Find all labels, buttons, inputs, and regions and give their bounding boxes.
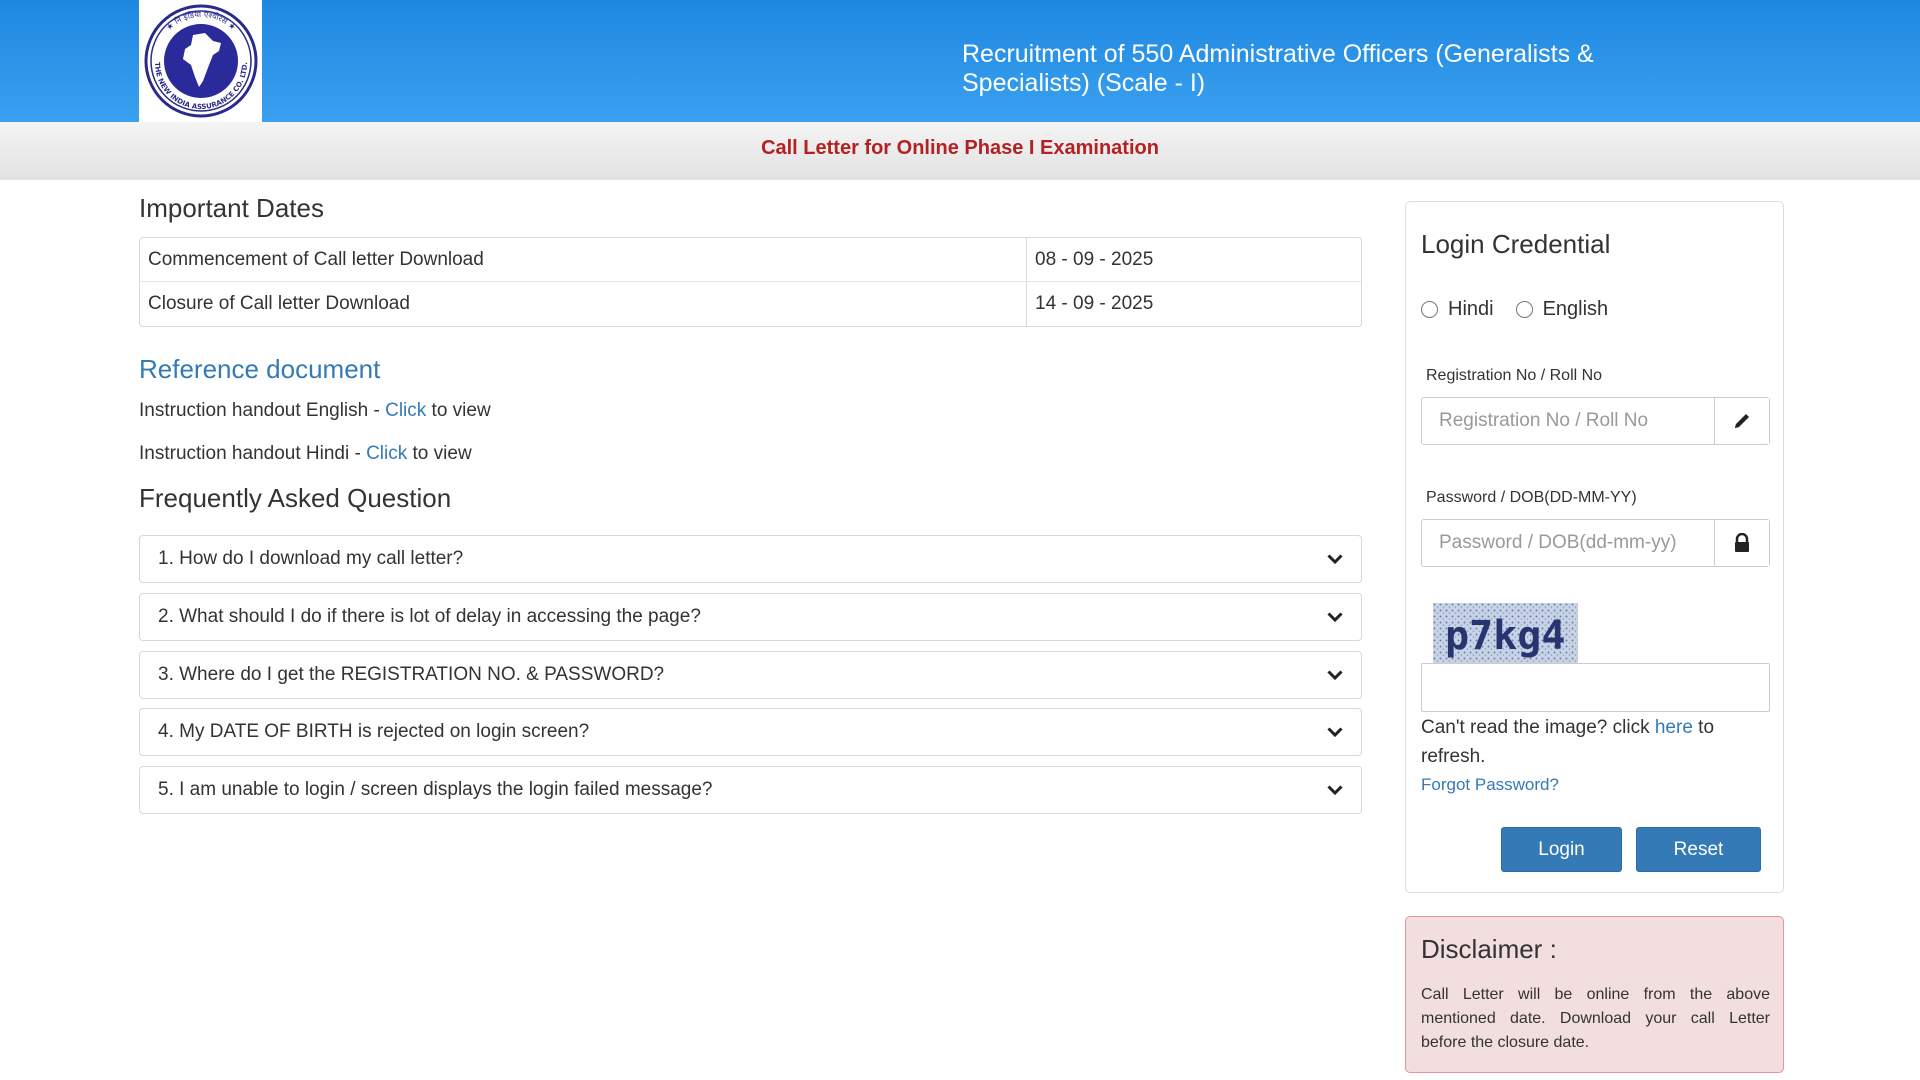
site-header: ★ नि इंडिया एश्योरंस ★ THE NEW INDIA ASS… [0,0,1920,122]
english-radio[interactable] [1515,301,1533,318]
faq-item-2[interactable]: 2. What should I do if there is lot of d… [139,593,1362,641]
registration-field [1421,397,1770,445]
reference-item-hindi: Instruction handout Hindi - Click to vie… [139,443,472,465]
captcha-image: p7kg4 [1433,603,1578,663]
table-row: Closure of Call letter Download 14 - 09 … [140,282,1361,326]
forgot-password-link[interactable]: Forgot Password? [1421,775,1559,795]
disclaimer-text: Call Letter will be online from the abov… [1421,986,1770,1051]
refresh-text: Can't read the image? click [1421,717,1655,738]
hindi-radio[interactable] [1421,301,1438,318]
registration-label: Registration No / Roll No [1426,367,1603,384]
reference-document-heading: Reference document [139,354,381,384]
chevron-down-icon[interactable] [1327,724,1343,740]
english-label[interactable]: English [1543,298,1609,321]
disclaimer-heading: Disclaimer : [1421,934,1557,964]
hindi-label[interactable]: Hindi [1448,298,1494,321]
reference-text: to view [407,443,472,464]
faq-question: 2. What should I do if there is lot of d… [158,606,701,627]
faq-question: 1. How do I download my call letter? [158,548,464,569]
login-panel: Login Credential Hindi English Registrat… [1405,201,1784,893]
date-label: Closure of Call letter Download [140,282,1027,326]
chevron-down-icon[interactable] [1327,782,1343,798]
table-row: Commencement of Call letter Download 08 … [140,238,1361,282]
password-label: Password / DOB(DD-MM-YY) [1426,489,1637,506]
chevron-down-icon[interactable] [1327,551,1343,567]
reference-text: to view [426,400,491,421]
faq-item-1[interactable]: 1. How do I download my call letter? [139,535,1362,583]
captcha-refresh-text: Can't read the image? click here to refr… [1421,713,1770,771]
company-seal-icon: ★ नि इंडिया एश्योरंस ★ THE NEW INDIA ASS… [144,4,257,118]
pencil-icon [1714,398,1769,444]
hindi-handout-link[interactable]: Click [366,443,407,464]
page-subtitle: Call Letter for Online Phase I Examinati… [761,137,1159,159]
faq-question: 5. I am unable to login / screen display… [158,779,713,800]
date-value: 14 - 09 - 2025 [1035,293,1154,314]
password-field [1421,519,1770,567]
important-dates-table: Commencement of Call letter Download 08 … [139,237,1362,327]
login-button[interactable]: Login [1501,827,1622,872]
chevron-down-icon[interactable] [1327,609,1343,625]
faq-question: 3. Where do I get the REGISTRATION NO. &… [158,664,665,685]
faq-item-4[interactable]: 4. My DATE OF BIRTH is rejected on login… [139,708,1362,756]
faq-item-5[interactable]: 5. I am unable to login / screen display… [139,766,1362,814]
language-selector: Hindi English [1421,298,1630,321]
logo: ★ नि इंडिया एश्योरंस ★ THE NEW INDIA ASS… [139,0,262,122]
captcha-input[interactable] [1421,663,1770,712]
faq-question: 4. My DATE OF BIRTH is rejected on login… [158,721,590,742]
reference-item-english: Instruction handout English - Click to v… [139,400,491,422]
important-dates-heading: Important Dates [139,193,324,223]
faq-heading: Frequently Asked Question [139,483,452,513]
date-label: Commencement of Call letter Download [140,238,1027,281]
reference-text: Instruction handout Hindi - [139,443,367,464]
captcha-refresh-link[interactable]: here [1655,717,1693,738]
login-heading: Login Credential [1421,229,1611,259]
page-title: Recruitment of 550 Administrative Office… [962,40,1594,97]
date-value: 08 - 09 - 2025 [1035,249,1154,270]
chevron-down-icon[interactable] [1327,667,1343,683]
lock-icon [1714,520,1769,566]
subtitle-bar: Call Letter for Online Phase I Examinati… [0,122,1920,180]
faq-item-3[interactable]: 3. Where do I get the REGISTRATION NO. &… [139,651,1362,699]
registration-input[interactable] [1422,398,1714,444]
reset-button[interactable]: Reset [1636,827,1761,872]
password-input[interactable] [1422,520,1714,566]
reference-text: Instruction handout English - [139,400,386,421]
english-handout-link[interactable]: Click [385,400,426,421]
svg-text:p7kg4: p7kg4 [1445,613,1565,659]
disclaimer-box: Disclaimer : Call Letter will be online … [1405,916,1784,1073]
